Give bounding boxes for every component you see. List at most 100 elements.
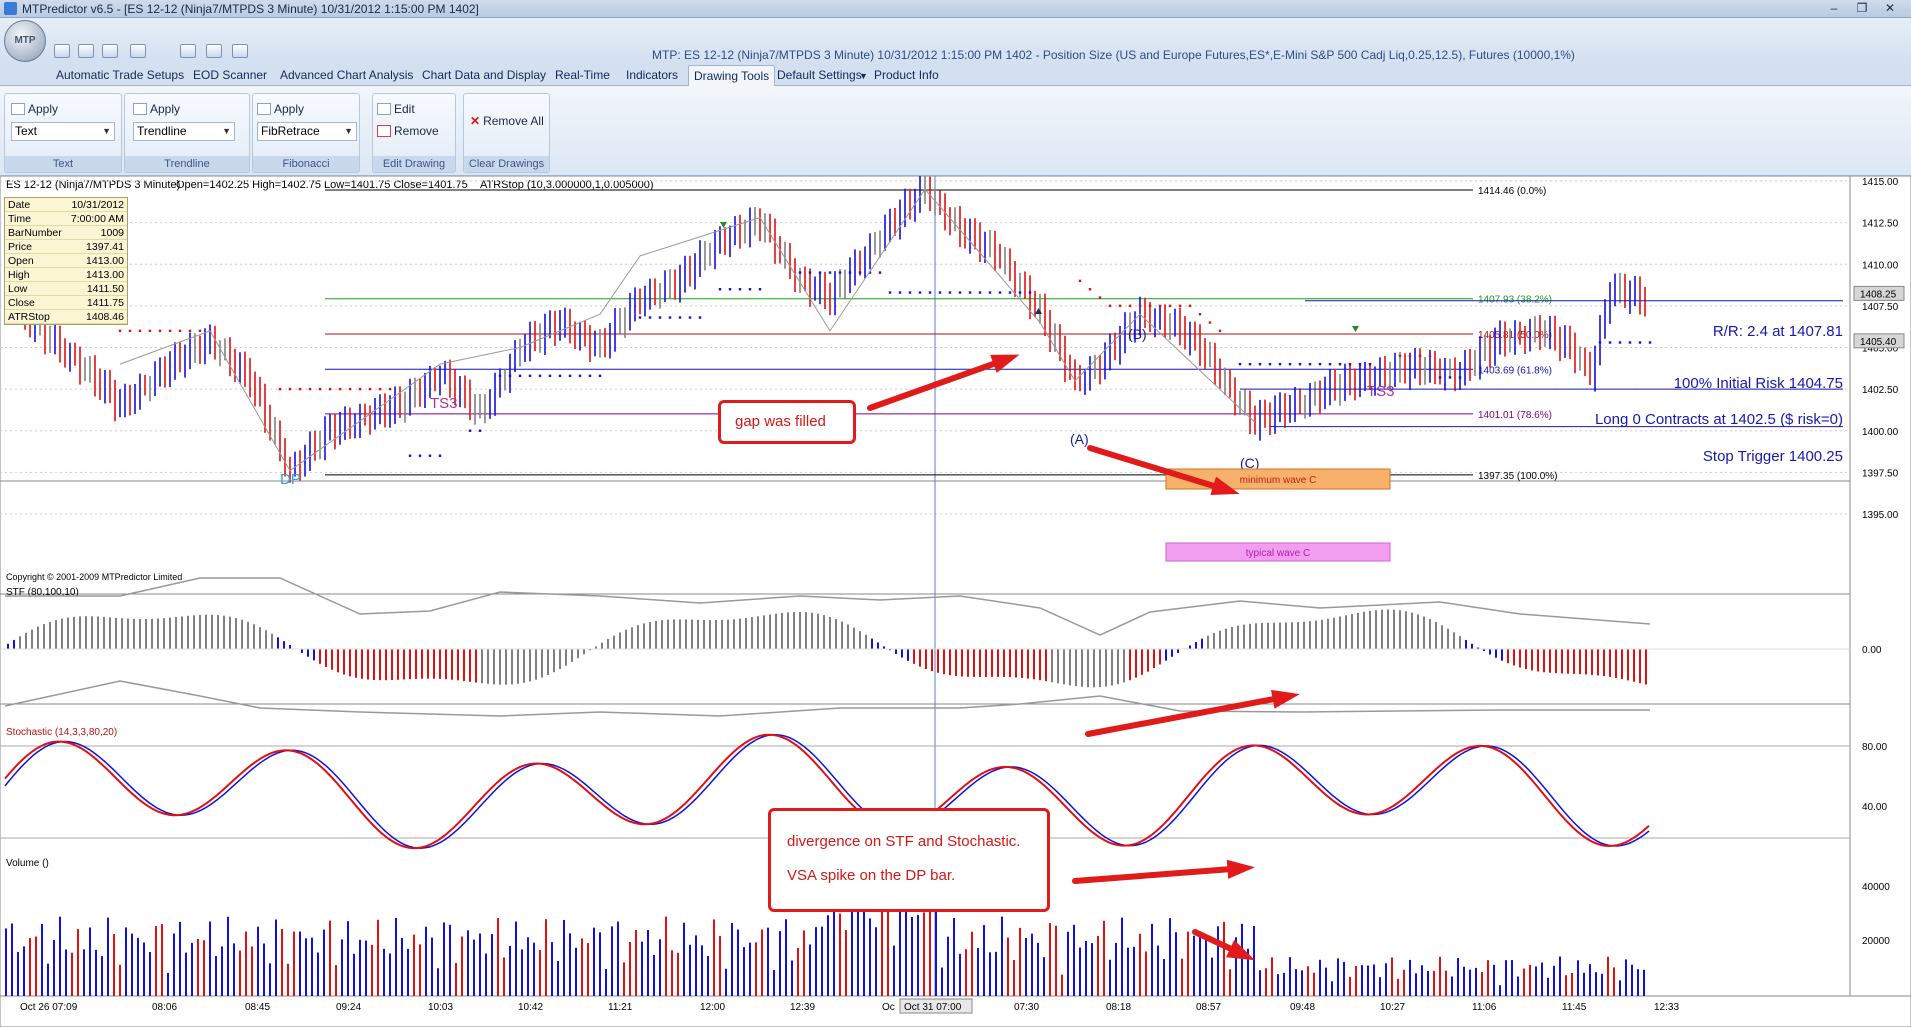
atr-stop-dot [278,387,282,391]
databox-row: Date 10/31/2012 [5,198,127,212]
databox-row: Low 1411.50 [5,282,127,296]
fib-combo-value: FibRetrace [261,124,320,138]
atr-stop-dot [1148,304,1152,308]
databox-value: 1411.50 [86,283,124,295]
trendline-combo[interactable]: Trendline ▼ [133,122,235,141]
chevron-down-icon[interactable]: ▼ [859,71,868,81]
atr-stop-dot [688,316,692,319]
atr-stop-dot [1168,304,1172,308]
window-icon[interactable] [130,44,146,58]
atr-stop-dot [288,387,292,391]
atr-stop-dot [1108,304,1112,308]
layout-icon[interactable] [102,44,118,58]
atr-stop-dot [568,374,572,378]
atr-stop-dot [1438,376,1442,379]
fib-combo[interactable]: FibRetrace ▼ [257,122,357,141]
atr-stop-dot [538,374,542,378]
ribbon-tabs: Automatic Trade Setups EOD Scanner Advan… [0,64,1911,86]
time-tick-label: 08:45 [245,1002,270,1013]
atr-stop-dot [798,271,802,274]
atr-stop-dot [1128,304,1132,308]
wave-a-label: (A) [1070,431,1089,447]
tab-real-time[interactable]: Real-Time [555,68,610,82]
tab-advanced-chart-analysis[interactable]: Advanced Chart Analysis [280,68,413,82]
edit-icon [377,103,391,115]
atr-stop-dot [168,329,172,333]
edit-button[interactable]: Edit [377,102,415,116]
tab-default-settings[interactable]: Default Settings [777,68,862,82]
text-apply-button[interactable]: Apply [11,102,58,116]
databox-value: 1413.00 [86,269,124,281]
atr-stop-dot [1398,354,1402,358]
atr-stop-dot [1208,321,1212,324]
edit-label: Edit [394,102,415,116]
remove-button[interactable]: Remove [377,124,439,138]
chevron-down-icon: ▼ [102,126,111,136]
databox-key: Date [8,199,31,211]
databox-value: 1397.41 [86,241,124,253]
tab-automatic-trade-setups[interactable]: Automatic Trade Setups [56,68,184,82]
atr-stop-dot [948,291,952,294]
atr-stop-dot [808,271,812,274]
atr-stop-dot [548,374,552,378]
tab-chart-data-and-display[interactable]: Chart Data and Display [422,68,546,82]
dp-label: DP [280,471,301,488]
chart-icon[interactable] [206,44,222,58]
chevron-down-icon: ▼ [222,126,231,136]
title-bar: MTPredictor v6.5 - [ES 12-12 (Ninja7/MTP… [0,0,1911,18]
atr-stop-dot [1158,304,1162,308]
volume-label: Volume () [6,858,49,869]
atr-stop-dot [148,329,152,333]
ts3-left-label: TS3 [430,395,458,412]
fib-label: 1414.46 (0.0%) [1478,186,1546,197]
text-combo[interactable]: Text ▼ [11,122,115,141]
remove-all-icon: ✕ [470,114,481,128]
application-menu-button[interactable]: MTP [4,20,46,62]
chart-area[interactable]: ES 12-12 (Ninja7/MTPDS 3 Minute) Open=140… [0,176,1911,1027]
atr-stop-dot [158,329,162,333]
atr-stop-dot [518,374,522,378]
gap-callout-text: gap was filled [735,413,826,430]
tab-product-info[interactable]: Product Info [874,68,939,82]
time-tick-label: 12:33 [1654,1002,1679,1013]
fib-apply-button[interactable]: Apply [257,102,304,116]
time-tick-label: 09:48 [1290,1002,1315,1013]
atr-stop-dot [298,387,302,391]
atr-stop-dot [1178,304,1182,308]
close-icon[interactable]: ✕ [1879,1,1901,16]
minimize-icon[interactable]: – [1823,1,1845,16]
atr-stop-dot [128,329,132,333]
atr-stop-dot [118,329,122,333]
trendline-apply-button[interactable]: Apply [133,102,180,116]
remove-all-button[interactable]: ✕ Remove All [470,114,544,128]
atr-stop-dot [1198,313,1202,316]
databox-row: Close 1411.75 [5,296,127,310]
atr-stop-dot [1428,354,1432,358]
atr-stop-dot [328,387,332,391]
print-icon[interactable] [78,44,94,58]
atr-stop-dot [188,329,192,333]
databox-value: 10/31/2012 [71,199,124,211]
time-tick-label: 10:27 [1380,1002,1405,1013]
wave-b-label: (B) [1128,326,1147,342]
tab-indicators[interactable]: Indicators [626,68,678,82]
databox-row: High 1413.00 [5,268,127,282]
app-icon [4,2,17,15]
atr-stop-dot [908,291,912,294]
restore-icon[interactable]: ❐ [1851,1,1873,16]
copy-icon[interactable] [180,44,196,58]
atr-stop-dot [1418,354,1422,358]
tab-eod-scanner[interactable]: EOD Scanner [193,68,267,82]
atr-stop-dot [1608,341,1612,344]
atr-stop-dot [668,316,672,319]
atr-stop-dot [928,291,932,294]
time-tick-label: 10:03 [428,1002,453,1013]
tab-drawing-tools[interactable]: Drawing Tools [688,65,776,86]
databox-value: 1413.00 [86,255,124,267]
vsa-text: VSA spike on the DP bar. [787,867,956,884]
atr-stop-dot [758,288,762,291]
refresh-icon[interactable] [232,44,248,58]
time-tick-label: 12:39 [790,1002,815,1013]
save-icon[interactable] [54,44,70,58]
typical-wave-c-label: typical wave C [1246,548,1310,559]
